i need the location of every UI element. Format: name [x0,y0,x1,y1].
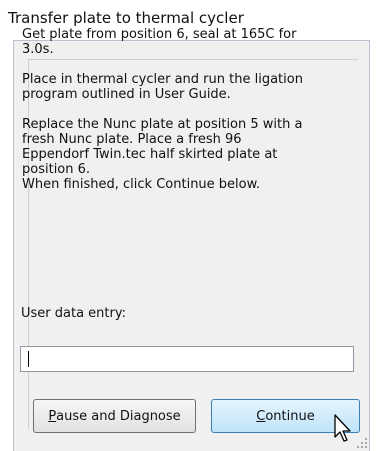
pause-and-diagnose-button[interactable]: Pause and Diagnose [33,399,196,433]
instruction-paragraph: Get plate from position 6, seal at 165C … [22,27,297,57]
instructions-text: Get plate from position 6, seal at 165C … [22,27,347,192]
instruction-paragraph: Place in thermal cycler and run the liga… [22,72,303,102]
window-frame-left [0,40,13,451]
user-data-entry-label: User data entry: [21,306,126,321]
window-frame-right [370,40,383,451]
instruction-paragraph: Replace the Nunc plate at position 5 wit… [22,117,303,192]
text-caret [28,351,29,367]
window-title: Transfer plate to thermal cycler [8,9,244,27]
mouse-pointer-icon [334,414,351,442]
dialog-window: Transfer plate to thermal cycler Get pla… [0,0,383,451]
continue-label-rest: ontinue [265,408,315,424]
user-data-entry-input[interactable] [20,346,354,372]
pause-mnemonic: P [48,408,57,424]
resize-grip-icon[interactable] [356,437,368,449]
continue-mnemonic: C [256,408,266,424]
pause-label-rest: ause and Diagnose [56,408,181,424]
